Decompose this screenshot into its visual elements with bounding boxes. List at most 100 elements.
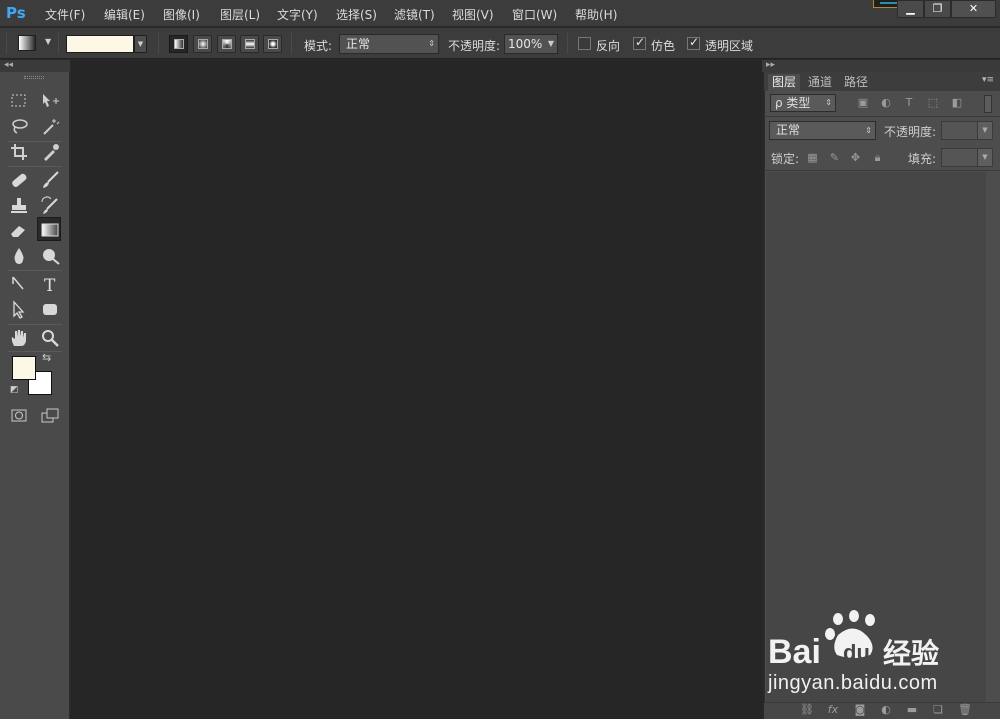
panel-menu-icon[interactable]: ▾≡ — [982, 75, 994, 85]
brush-icon — [43, 171, 59, 188]
move-tool[interactable] — [38, 89, 62, 113]
linear-gradient-icon — [174, 39, 184, 49]
document-canvas-area[interactable] — [71, 60, 762, 719]
trash-icon[interactable]: 🗑︎ — [958, 703, 972, 717]
menu-type[interactable]: 文字(Y) — [277, 6, 318, 23]
adjustment-layer-filter-icon[interactable]: ◐ — [879, 96, 893, 110]
menu-window[interactable]: 窗口(W) — [512, 6, 557, 23]
reverse-checkbox[interactable] — [578, 37, 591, 50]
opacity-field[interactable]: 100% ▼ — [504, 34, 558, 54]
adjustment-layer-icon[interactable]: ◐ — [879, 703, 893, 717]
type-layer-filter-icon[interactable]: T — [902, 96, 916, 110]
collapse-panels-icon[interactable]: ▸▸ — [766, 60, 775, 70]
link-layers-icon[interactable]: ⛓ — [800, 703, 814, 717]
path-selection-tool[interactable] — [7, 298, 31, 322]
zoom-tool[interactable] — [38, 326, 62, 350]
gradient-icon — [41, 223, 59, 237]
lock-transparency-icon[interactable]: ▦ — [806, 151, 819, 164]
pen-tool[interactable] — [7, 272, 31, 296]
tab-channels[interactable]: 通道 — [804, 74, 836, 91]
chevron-down-icon[interactable]: ▼ — [977, 122, 992, 139]
angle-gradient-button[interactable] — [217, 35, 236, 53]
lock-pixels-icon[interactable]: ✎ — [828, 151, 841, 164]
eyedropper-tool[interactable] — [38, 140, 62, 164]
tool-preset-picker[interactable] — [18, 35, 36, 51]
lasso-icon — [12, 119, 28, 134]
tab-layers[interactable]: 图层 — [768, 74, 801, 91]
close-button[interactable]: ✕ — [951, 0, 996, 18]
gradient-picker-dropdown[interactable]: ▼ — [134, 35, 147, 53]
dither-label: 仿色 — [651, 39, 676, 53]
radial-gradient-button[interactable] — [193, 35, 212, 53]
diamond-gradient-icon — [268, 39, 278, 49]
gradient-tool[interactable] — [37, 217, 61, 241]
shape-layer-filter-icon[interactable]: ⬚ — [926, 96, 940, 110]
crop-tool[interactable] — [7, 140, 31, 164]
chevron-down-icon[interactable]: ▼ — [977, 149, 992, 166]
tab-paths[interactable]: 路径 — [840, 74, 872, 91]
magic-wand-tool[interactable] — [38, 115, 62, 139]
menu-view[interactable]: 视图(V) — [452, 6, 494, 23]
diamond-gradient-button[interactable] — [263, 35, 282, 53]
shape-tool[interactable] — [38, 298, 62, 322]
dither-checkbox[interactable] — [633, 35, 646, 50]
quick-mask-button[interactable] — [7, 404, 31, 428]
type-tool[interactable]: T — [38, 272, 62, 296]
reflected-gradient-button[interactable] — [240, 35, 259, 53]
brush-tool[interactable] — [38, 168, 62, 192]
lock-all-icon[interactable]: 🔒︎ — [871, 151, 884, 164]
rectangular-marquee-icon — [11, 94, 26, 107]
dodge-tool[interactable] — [38, 244, 62, 268]
mode-select[interactable]: 正常 ⇕ — [339, 34, 439, 54]
menu-image[interactable]: 图像(I) — [163, 6, 200, 23]
healing-brush-tool[interactable] — [7, 168, 31, 192]
magnifier-icon — [42, 330, 59, 347]
transparency-checkbox[interactable] — [687, 35, 700, 50]
fx-icon[interactable]: fx — [826, 703, 840, 717]
marquee-tool[interactable] — [7, 89, 31, 113]
toolbar-grip[interactable] — [24, 76, 44, 79]
linear-gradient-button[interactable] — [169, 35, 188, 53]
options-divider — [158, 33, 159, 54]
hand-tool[interactable] — [7, 326, 31, 350]
blend-mode-select[interactable]: 正常 ⇕ — [769, 121, 876, 140]
eraser-tool[interactable] — [7, 218, 31, 242]
new-layer-icon[interactable]: ❏ — [931, 703, 945, 717]
gradient-editor-swatch[interactable] — [66, 35, 134, 53]
menu-select[interactable]: 选择(S) — [336, 6, 377, 23]
minimize-button[interactable]: ▁ — [897, 0, 924, 18]
lasso-tool[interactable] — [7, 115, 31, 139]
default-colors-icon[interactable]: ◩ — [10, 385, 19, 395]
lock-position-icon[interactable]: ✥ — [849, 151, 862, 164]
angle-gradient-icon — [222, 39, 232, 49]
eraser-icon — [11, 226, 25, 237]
folder-icon[interactable]: ▬ — [905, 703, 919, 717]
fill-field[interactable]: ▼ — [941, 148, 993, 167]
smart-object-filter-icon[interactable]: ◧ — [950, 96, 964, 110]
drop-icon — [14, 248, 24, 264]
screen-mode-button[interactable] — [38, 404, 62, 428]
chevron-down-icon[interactable]: ▼ — [548, 35, 554, 53]
history-brush-tool[interactable] — [38, 194, 62, 218]
layer-filter-select[interactable]: ρ 类型 ⇕ — [770, 94, 836, 112]
blur-tool[interactable] — [7, 244, 31, 268]
layer-opacity-field[interactable]: ▼ — [941, 121, 993, 140]
rounded-rectangle-icon — [43, 304, 57, 315]
panel-dock-header — [762, 60, 1000, 72]
menu-layer[interactable]: 图层(L) — [220, 6, 260, 23]
layer-mask-icon[interactable]: ◙ — [853, 703, 867, 717]
foreground-color-swatch[interactable] — [12, 356, 36, 380]
pixel-layer-filter-icon[interactable]: ▣ — [856, 96, 870, 110]
swap-colors-icon[interactable]: ⇆ — [42, 351, 51, 364]
menu-edit[interactable]: 编辑(E) — [104, 6, 145, 23]
menu-file[interactable]: 文件(F) — [45, 6, 85, 23]
photoshop-window: Ps 文件(F) 编辑(E) 图像(I) 图层(L) 文字(Y) 选择(S) 滤… — [0, 0, 1000, 719]
filter-toggle-switch[interactable] — [984, 95, 992, 113]
menu-filter[interactable]: 滤镜(T) — [394, 6, 435, 23]
chevron-down-icon[interactable]: ▼ — [45, 37, 51, 46]
menu-help[interactable]: 帮助(H) — [575, 6, 617, 23]
collapse-toolbar-icon[interactable]: ◂◂ — [4, 60, 13, 70]
options-grip — [6, 33, 7, 54]
maximize-button[interactable]: ❐ — [924, 0, 951, 18]
clone-stamp-tool[interactable] — [7, 194, 31, 218]
